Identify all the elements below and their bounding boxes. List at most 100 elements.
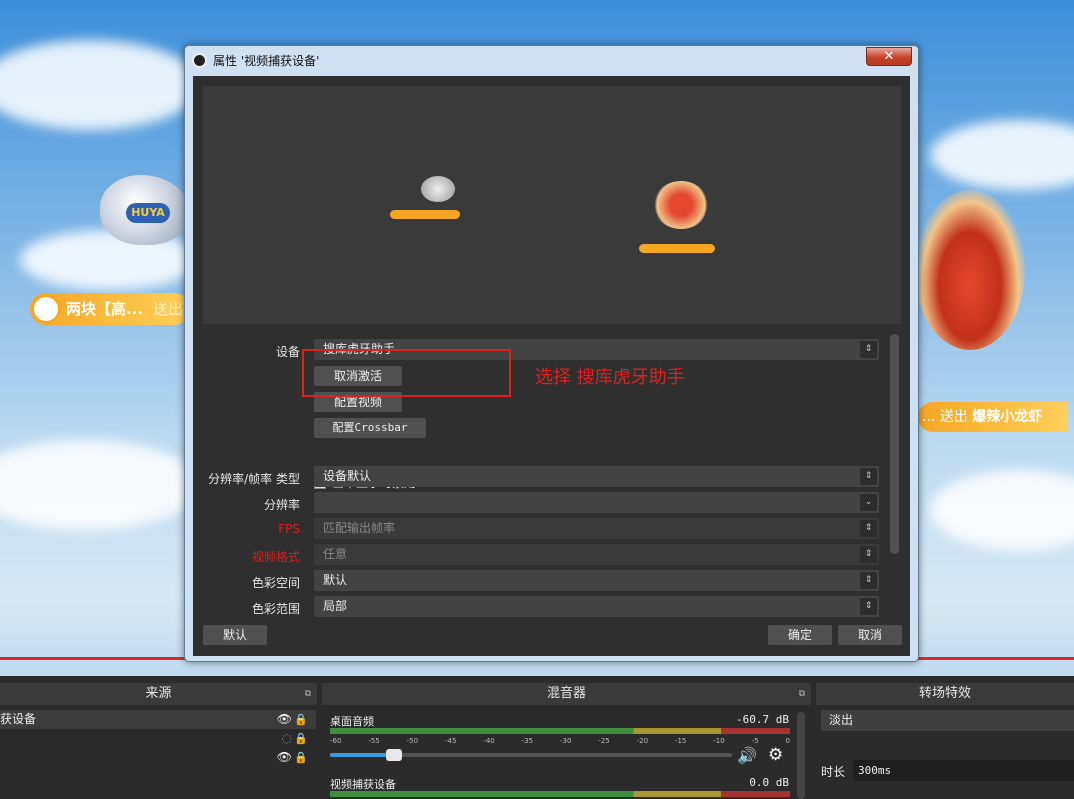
- meter-tick-label: -45: [444, 737, 457, 745]
- annotation-text: 选择 搜库虎牙助手: [535, 367, 685, 388]
- meter-tick-label: -40: [483, 737, 495, 745]
- defaults-button[interactable]: 默认: [203, 625, 267, 645]
- duration-input[interactable]: 300ms: [853, 760, 1074, 781]
- source-item[interactable]: ◌ 🔒: [0, 729, 316, 748]
- dialog-scrollbar[interactable]: [890, 334, 899, 554]
- meter-scale: -60 -55 -50 -45 -40 -35 -30 -25 -20 -15 -10 -5 0: [330, 737, 790, 747]
- updown-arrow-icon: ⇕: [860, 572, 877, 589]
- preview-lobster-image: [653, 181, 709, 229]
- preview-gift-banner: [639, 244, 715, 253]
- color-space-select[interactable]: 默认 ⇕: [314, 570, 879, 591]
- meter-tick-label: -20: [636, 737, 649, 745]
- meter-tick-label: -30: [559, 737, 572, 745]
- updown-arrow-icon: ⇕: [860, 468, 877, 485]
- configure-crossbar-button[interactable]: 配置Crossbar: [314, 418, 426, 438]
- cloud: [930, 120, 1074, 190]
- resolution-select[interactable]: ⌄: [314, 492, 879, 513]
- close-button[interactable]: ✕: [866, 47, 912, 66]
- source-name: 获设备: [0, 712, 37, 726]
- duration-label: 时长: [821, 765, 846, 779]
- cloud: [930, 470, 1074, 550]
- gift-banner-left: 两块【高... 送出: [30, 293, 190, 325]
- resolution-label: 分辨率: [263, 498, 300, 512]
- transition-panel-header: 转场特效: [816, 683, 1074, 705]
- updown-arrow-icon: ⇕: [860, 520, 877, 537]
- visibility-eye-icon[interactable]: 👁: [277, 748, 292, 767]
- color-space-select-value: 默认: [323, 573, 348, 587]
- properties-dialog: 属性 '视频捕获设备' ✕ 设备 搜库虎牙助手 ⇕ 取消激活 配置视频 配置Cr…: [184, 45, 919, 662]
- visibility-eye-icon[interactable]: 👁: [277, 710, 292, 729]
- meter-tick-label: -25: [598, 737, 610, 745]
- meter-tick-label: -50: [406, 737, 419, 745]
- undock-icon[interactable]: ⧉: [799, 683, 805, 705]
- updown-arrow-icon: ⇕: [860, 598, 877, 615]
- source-preview: [203, 86, 901, 324]
- meter-tick-label: 0: [785, 737, 790, 745]
- volume-meter: [330, 791, 790, 797]
- gift-banner-right: ... 送出 爆辣小龙虾: [918, 402, 1068, 432]
- cloud: [0, 440, 200, 530]
- cancel-button[interactable]: 取消: [838, 625, 902, 645]
- dialog-client: 设备 搜库虎牙助手 ⇕ 取消激活 配置视频 配置Crossbar 当不显示时禁用…: [193, 76, 910, 656]
- gift-item: 爆辣小龙虾: [972, 409, 1043, 425]
- source-item[interactable]: 获设备 👁 🔒: [0, 710, 316, 729]
- transition-select[interactable]: 淡出: [821, 710, 1074, 731]
- avatar: [32, 295, 60, 323]
- panel-title: 来源: [145, 686, 172, 701]
- obs-logo-icon: [192, 53, 207, 68]
- updown-arrow-icon: ⇕: [860, 546, 877, 563]
- volume-meter: [330, 728, 790, 734]
- fps-select-value: 匹配输出帧率: [323, 521, 396, 535]
- resolution-type-select-value: 设备默认: [323, 469, 372, 483]
- color-range-label: 色彩范围: [251, 602, 300, 616]
- cloud: [0, 40, 200, 130]
- color-space-label: 色彩空间: [251, 576, 300, 590]
- meter-tick-label: -10: [713, 737, 725, 745]
- lobster-dish-image: [915, 190, 1025, 350]
- gift-action: 送出: [939, 409, 968, 425]
- preview-rocket-image: [421, 176, 455, 202]
- video-format-select-value: 任意: [323, 547, 348, 561]
- mixer-channel-name: 桌面音频: [330, 715, 374, 728]
- lock-icon[interactable]: 🔒: [294, 729, 308, 748]
- color-range-select-value: 局部: [323, 599, 348, 613]
- fps-select[interactable]: 匹配输出帧率 ⇕: [314, 518, 879, 539]
- panel-title: 混音器: [546, 686, 586, 701]
- ok-button[interactable]: 确定: [768, 625, 832, 645]
- source-item[interactable]: 👁 🔒: [0, 748, 316, 767]
- dialog-titlebar[interactable]: 属性 '视频捕获设备' ✕: [185, 46, 918, 74]
- fps-label: FPS: [278, 522, 300, 536]
- mixer-panel-header: 混音器 ⧉: [322, 683, 811, 705]
- gift-text: 两块【高...: [66, 300, 144, 318]
- visibility-hidden-icon[interactable]: ◌: [282, 729, 292, 748]
- device-label: 设备: [275, 345, 300, 359]
- mixer-scrollbar[interactable]: [797, 712, 805, 799]
- huya-logo: HUYA: [126, 203, 170, 223]
- resolution-type-select[interactable]: 设备默认 ⇕: [314, 466, 879, 487]
- video-format-select[interactable]: 任意 ⇕: [314, 544, 879, 565]
- speaker-icon[interactable]: 🔊: [737, 746, 757, 765]
- resolution-type-label: 分辨率/帧率 类型: [208, 472, 300, 486]
- gift-action: 送出: [153, 300, 184, 318]
- meter-tick-label: -35: [521, 737, 534, 745]
- lock-icon[interactable]: 🔒: [294, 710, 308, 729]
- mixer-channel-name: 视频捕获设备: [330, 778, 396, 791]
- lock-icon[interactable]: 🔒: [294, 748, 308, 767]
- annotation-highlight-box: [302, 349, 511, 397]
- gear-icon[interactable]: ⚙: [768, 745, 783, 765]
- meter-tick-label: -55: [368, 737, 380, 745]
- mixer-db-readout: 0.0 dB: [749, 776, 789, 789]
- sources-panel-header: 来源 ⧉: [0, 683, 317, 705]
- mixer-db-readout: -60.7 dB: [736, 713, 789, 726]
- chevron-down-icon: ⌄: [860, 494, 877, 511]
- preview-gift-banner: [390, 210, 460, 219]
- gift-prefix: ...: [922, 409, 936, 425]
- updown-arrow-icon: ⇕: [860, 341, 877, 358]
- undock-icon[interactable]: ⧉: [305, 683, 311, 705]
- volume-slider-fill: [330, 753, 395, 757]
- video-format-label: 视频格式: [251, 550, 300, 564]
- meter-tick-label: -60: [330, 737, 342, 745]
- volume-slider-handle[interactable]: [386, 749, 403, 761]
- color-range-select[interactable]: 局部 ⇕: [314, 596, 879, 617]
- volume-slider[interactable]: [330, 749, 732, 761]
